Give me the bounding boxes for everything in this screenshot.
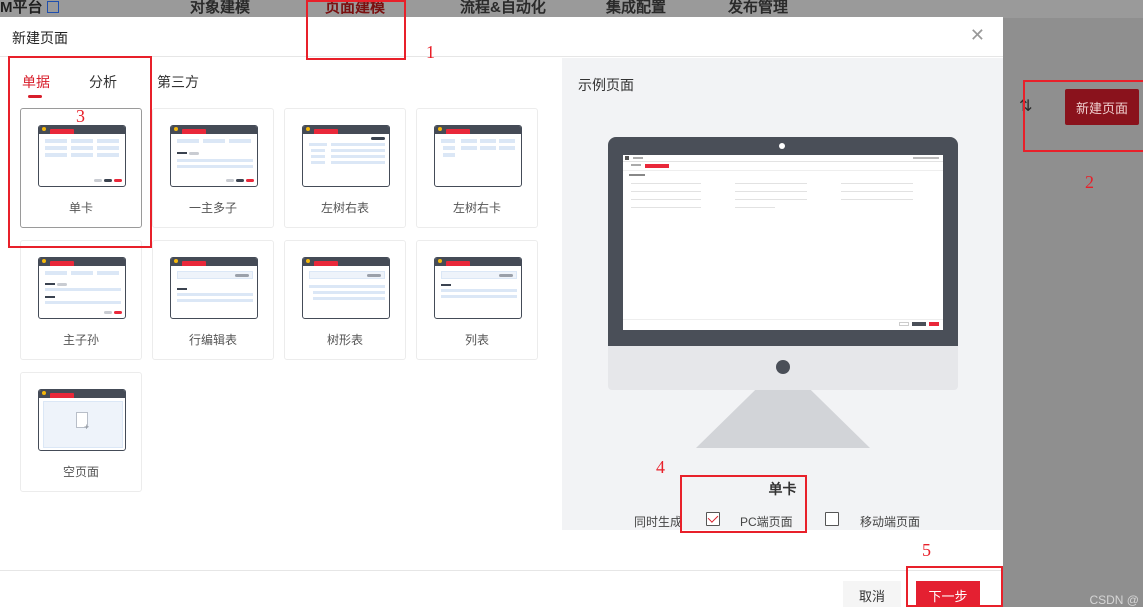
- brand-name: M平台: [0, 0, 43, 16]
- template-card-tree-table[interactable]: 树形表: [284, 240, 406, 360]
- brand: M平台: [0, 0, 59, 17]
- tab-analysis[interactable]: 分析: [89, 72, 117, 92]
- dialog-footer: 取消 下一步: [0, 570, 1003, 607]
- preview-title: 示例页面: [578, 77, 634, 93]
- tree-card-thumbnail-icon: [434, 125, 522, 187]
- template-card-left-tree-right-card[interactable]: 左树右卡: [416, 108, 538, 228]
- monitor-preview-icon: [608, 137, 958, 449]
- tab-document-label: 单据: [22, 74, 50, 90]
- template-label: 树形表: [326, 333, 363, 347]
- nav-flow-automation[interactable]: 流程&自动化: [460, 0, 546, 17]
- template-card-row-edit-table[interactable]: 行编辑表: [152, 240, 274, 360]
- tab-document[interactable]: 单据: [22, 72, 50, 98]
- dialog-title: 新建页面: [12, 30, 68, 46]
- preview-screen: [623, 155, 943, 330]
- watermark: CSDN @: [1089, 593, 1139, 607]
- next-step-button[interactable]: 下一步: [916, 581, 980, 607]
- row-edit-table-thumbnail-icon: [170, 257, 258, 319]
- nav-integration[interactable]: 集成配置: [606, 0, 666, 17]
- template-label: 一主多子: [188, 201, 237, 215]
- template-card-single-card[interactable]: 单卡: [20, 108, 142, 228]
- master-child-grandchild-thumbnail-icon: [38, 257, 126, 319]
- close-icon[interactable]: ✕: [970, 25, 985, 45]
- template-label: 主子孙: [62, 333, 99, 347]
- list-thumbnail-icon: [434, 257, 522, 319]
- checkmark-icon: [707, 512, 719, 523]
- template-card-blank-page[interactable]: + 空页面: [20, 372, 142, 492]
- template-label: 列表: [464, 333, 489, 347]
- pc-page-checkbox[interactable]: [706, 512, 720, 526]
- sort-icon[interactable]: ⇅: [1019, 96, 1032, 116]
- pc-page-label[interactable]: PC端页面: [740, 513, 793, 530]
- template-label: 行编辑表: [188, 333, 237, 347]
- cancel-button[interactable]: 取消: [843, 581, 901, 607]
- template-card-list[interactable]: 列表: [416, 240, 538, 360]
- template-label: 左树右卡: [452, 201, 501, 215]
- template-pane: 单据 分析 第三方 单卡 一主多子 左树右表 左树右卡 主子孙 行编辑表 树形表…: [0, 58, 562, 530]
- top-navigation: M平台 对象建模 页面建模 流程&自动化 集成配置 发布管理: [0, 0, 1143, 18]
- template-card-left-tree-right-table[interactable]: 左树右表: [284, 108, 406, 228]
- preview-template-name: 单卡: [768, 481, 797, 497]
- new-page-button[interactable]: 新建页面: [1065, 89, 1139, 125]
- blank-page-thumbnail-icon: +: [38, 389, 126, 451]
- mobile-page-checkbox[interactable]: [825, 512, 839, 526]
- template-card-master-child-grandchild[interactable]: 主子孙: [20, 240, 142, 360]
- preview-pane: 示例页面 单卡 同时生成 PC端页面 移动端页面: [562, 58, 1003, 530]
- generate-label: 同时生成: [634, 515, 683, 529]
- master-detail-thumbnail-icon: [170, 125, 258, 187]
- nav-object-modeling[interactable]: 对象建模: [190, 0, 250, 17]
- template-label: 空页面: [62, 465, 99, 479]
- mobile-page-label[interactable]: 移动端页面: [860, 513, 920, 530]
- nav-page-modeling[interactable]: 页面建模: [325, 0, 385, 17]
- new-page-dialog: 新建页面 ✕ 单据 分析 第三方 单卡 一主多子 左树右表 左树右卡 主子孙 行…: [0, 17, 1003, 607]
- tab-active-indicator: [28, 95, 42, 98]
- template-label: 单卡: [68, 201, 93, 215]
- dialog-header: 新建页面 ✕: [0, 17, 1003, 57]
- tree-table-thumbnail-icon: [302, 125, 390, 187]
- template-label: 左树右表: [320, 201, 369, 215]
- template-card-master-multi-detail[interactable]: 一主多子: [152, 108, 274, 228]
- brand-icon: [46, 1, 59, 13]
- single-card-thumbnail-icon: [38, 125, 126, 187]
- tab-third-party[interactable]: 第三方: [157, 72, 199, 92]
- nav-release[interactable]: 发布管理: [728, 0, 788, 17]
- tree-table-thumbnail-icon: [302, 257, 390, 319]
